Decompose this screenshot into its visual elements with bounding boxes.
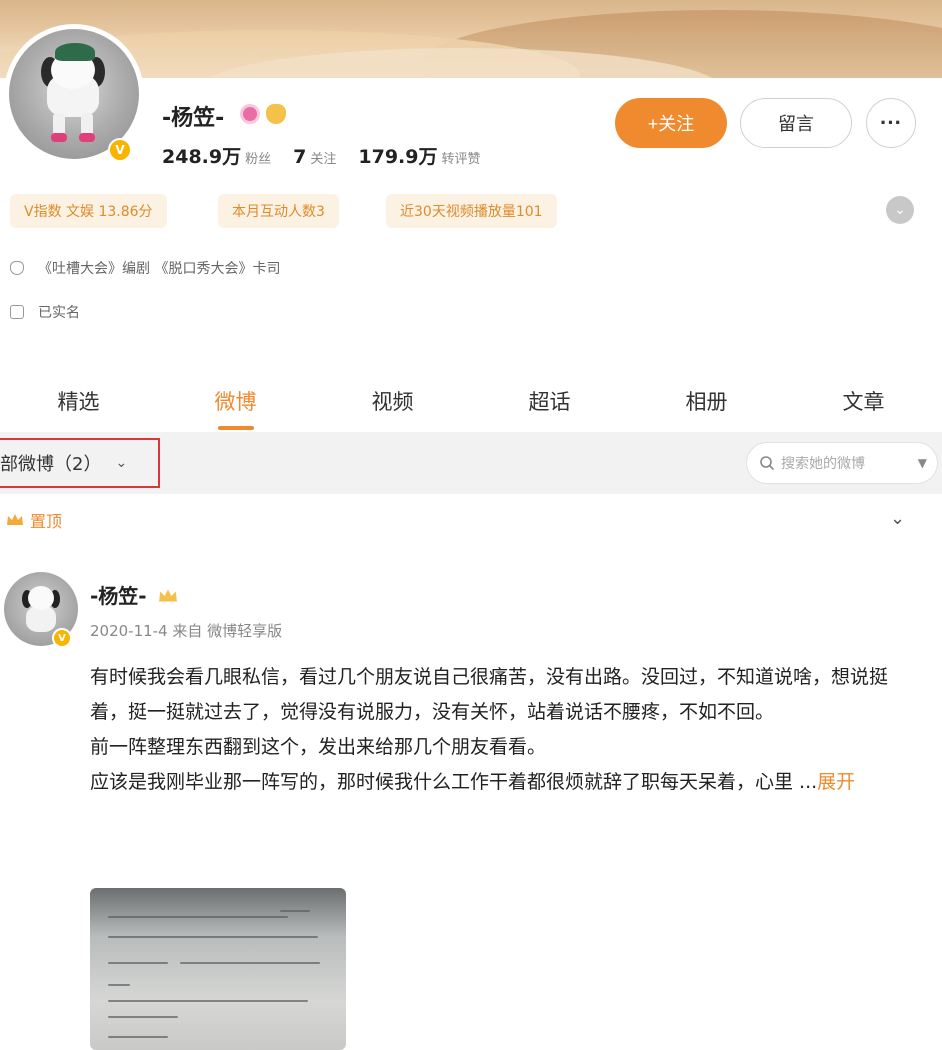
caret-down-icon[interactable]: ▼ [918, 456, 927, 470]
search-icon [760, 456, 774, 470]
likes-label: 转评赞 [441, 152, 481, 167]
real-name-text: 已实名 [38, 305, 80, 321]
filter-label: 部微博（2） [0, 454, 102, 475]
tab-featured[interactable]: 精选 [0, 370, 157, 432]
following-label: 关注 [310, 152, 337, 167]
info-row-verified: 已实名 [10, 302, 80, 322]
tab-album[interactable]: 相册 [628, 370, 785, 432]
id-card-icon [10, 305, 24, 319]
post-image[interactable] [90, 888, 346, 1050]
likes-count[interactable]: 179.9万 [358, 142, 437, 169]
post-paragraph: 有时候我会看几眼私信，看过几个朋友说自己很痛苦，没有出路。没回过，不知道说啥，想… [90, 666, 889, 723]
search-input[interactable]: 搜索她的微博 ▼ [746, 442, 938, 484]
fans-count[interactable]: 248.9万 [162, 142, 241, 169]
profile-banner [0, 0, 942, 78]
verified-badge-icon: V [108, 138, 132, 162]
follow-button[interactable]: +关注 [615, 98, 727, 148]
search-placeholder: 搜索她的微博 [781, 456, 865, 472]
post-author-name[interactable]: -杨笠- [90, 580, 178, 609]
profile-tabs: 精选 微博 视频 超话 相册 文章 [0, 370, 942, 432]
pinned-label: 置顶 [6, 508, 62, 532]
post-author-text: -杨笠- [90, 584, 147, 608]
video-views-tag[interactable]: 近30天视频播放量101 [386, 194, 557, 228]
crown-icon [7, 514, 23, 525]
message-button[interactable]: 留言 [740, 98, 852, 148]
crown-badge-icon [158, 589, 177, 602]
expand-link[interactable]: 展开 [817, 771, 855, 793]
chevron-down-icon: ⌄ [115, 455, 128, 471]
member-badge-icon[interactable] [240, 104, 260, 124]
following-count[interactable]: 7 [293, 146, 306, 168]
pinned-text: 置顶 [30, 512, 63, 531]
verified-badge-icon: V [52, 628, 72, 648]
crown-badge-icon[interactable] [266, 104, 286, 124]
chevron-down-icon[interactable]: ⌄ [886, 196, 914, 224]
monthly-interaction-tag[interactable]: 本月互动人数3 [218, 194, 339, 228]
v-index-tag[interactable]: V指数 文娱 13.86分 [10, 194, 167, 228]
post-paragraph: 前一阵整理东西翻到这个，发出来给那几个朋友看看。 [90, 736, 547, 758]
tab-video[interactable]: 视频 [314, 370, 471, 432]
profile-stats: 248.9万 粉丝 7 关注 179.9万 转评赞 [162, 142, 481, 169]
profile-name: -杨笠- [162, 106, 225, 131]
chevron-down-icon[interactable]: ⌄ [890, 508, 905, 529]
post-content: 有时候我会看几眼私信，看过几个朋友说自己很痛苦，没有出路。没回过，不知道说啥，想… [90, 660, 920, 800]
info-row-occupation: 《吐槽大会》编剧 《脱口秀大会》卡司 [10, 258, 280, 278]
shield-icon [10, 261, 24, 275]
post-paragraph-text: 应该是我刚毕业那一阵写的，那时候我什么工作干着都很烦就辞了职每天呆着，心里 ..… [90, 771, 818, 793]
occupation-text: 《吐槽大会》编剧 《脱口秀大会》卡司 [38, 261, 281, 277]
more-options-button[interactable]: ··· [866, 98, 916, 148]
weibo-filter-dropdown[interactable]: 部微博（2） ⌄ [0, 438, 160, 488]
post-paragraph-last: 应该是我刚毕业那一阵写的，那时候我什么工作干着都很烦就辞了职每天呆着，心里 ..… [90, 765, 920, 800]
filter-bar: 部微博（2） ⌄ 搜索她的微博 ▼ [0, 432, 942, 494]
post-meta: 2020-11-4 来自 微博轻享版 [90, 622, 283, 640]
fans-label: 粉丝 [245, 152, 272, 167]
tab-super-topic[interactable]: 超话 [471, 370, 628, 432]
tab-weibo[interactable]: 微博 [157, 370, 314, 432]
tab-articles[interactable]: 文章 [785, 370, 942, 432]
